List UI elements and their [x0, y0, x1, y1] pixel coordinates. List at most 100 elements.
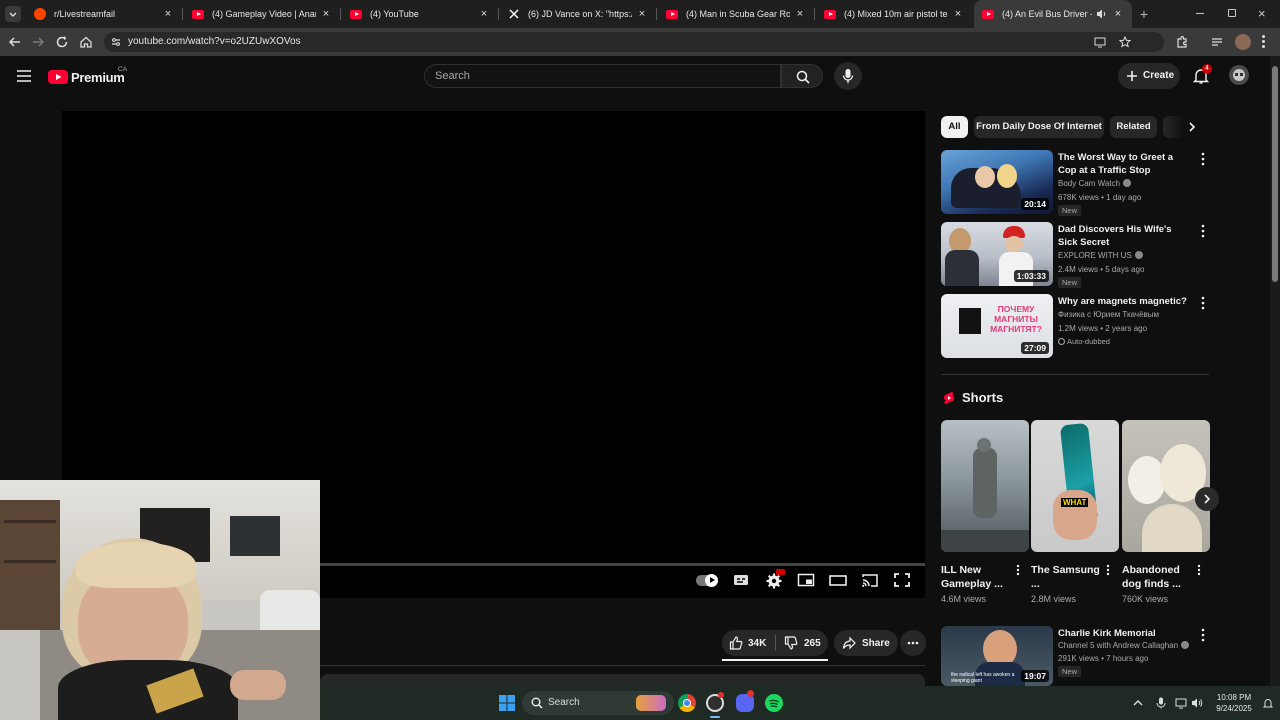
maximize-button[interactable] [1228, 9, 1236, 17]
more-vertical-icon[interactable] [1015, 564, 1021, 576]
channel-name[interactable]: Физика с Юрием Ткачёвым [1058, 310, 1159, 319]
shorts-title[interactable]: ILL New Gameplay ... [941, 563, 1011, 591]
reading-list-icon[interactable] [1210, 35, 1224, 49]
profile-avatar[interactable] [1235, 34, 1251, 50]
forward-icon[interactable] [31, 35, 45, 49]
obs-icon[interactable] [706, 692, 724, 712]
account-avatar[interactable] [1229, 65, 1249, 85]
recommendation-item[interactable]: 1:03:33 Dad Discovers His Wife's Sick Se… [941, 222, 1211, 288]
notification-bell-icon[interactable] [1262, 697, 1274, 709]
tab-5[interactable]: (4) Mixed 10m air pistol team i × [816, 0, 972, 28]
chrome-icon[interactable] [678, 694, 696, 712]
tab-search-dropdown[interactable] [5, 6, 21, 22]
more-vertical-icon[interactable] [1196, 564, 1202, 576]
close-icon[interactable]: × [162, 8, 174, 20]
more-vertical-icon[interactable] [1199, 296, 1207, 310]
more-vertical-icon[interactable] [1199, 152, 1207, 166]
search-button[interactable] [781, 64, 823, 88]
recommendation-item[interactable]: 20:14 The Worst Way to Greet a Cop at a … [941, 150, 1211, 216]
description-box[interactable] [320, 674, 925, 686]
notifications-button[interactable]: 4 [1192, 64, 1212, 85]
theater-mode-button[interactable] [829, 572, 849, 590]
minimize-button[interactable] [1196, 13, 1204, 14]
volume-icon[interactable] [1191, 697, 1203, 709]
miniplayer-button[interactable] [797, 572, 817, 590]
close-icon[interactable]: × [320, 8, 332, 20]
page-scrollbar[interactable] [1270, 56, 1280, 686]
tab-0[interactable]: r/Livestreamfail × [26, 0, 182, 28]
video-thumbnail[interactable]: the radical left has awoken a sleeping g… [941, 626, 1053, 686]
close-icon[interactable]: × [1112, 8, 1124, 20]
recommendation-item[interactable]: the radical left has awoken a sleeping g… [941, 626, 1211, 690]
address-bar[interactable]: youtube.com/watch?v=o2UZUwXOVos [104, 32, 1164, 52]
tab-1[interactable]: (4) Gameplay Video | Ananta - Y × [184, 0, 340, 28]
recommendation-item[interactable]: ПОЧЕМУ МАГНИТЫ МАГНИТЯТ? 27:09 Why are m… [941, 294, 1211, 358]
video-title[interactable]: The Worst Way to Greet a Cop at a Traffi… [1058, 151, 1190, 177]
channel-name[interactable]: Channel 5 with Andrew Callaghan [1058, 641, 1190, 650]
chevron-right-icon[interactable] [1186, 121, 1198, 133]
tab-6-active[interactable]: (4) An Evil Bus Driver - YouT × [974, 0, 1132, 28]
close-icon[interactable]: × [952, 8, 964, 20]
more-actions-button[interactable] [900, 630, 926, 656]
scrollbar-thumb[interactable] [1272, 66, 1278, 282]
video-title[interactable]: Why are magnets magnetic? [1058, 295, 1190, 308]
video-thumbnail[interactable]: 1:03:33 [941, 222, 1053, 286]
search-input[interactable]: Search [424, 64, 781, 88]
close-icon[interactable]: × [636, 8, 648, 20]
start-button[interactable] [499, 695, 515, 711]
speaker-icon[interactable] [1096, 8, 1108, 20]
video-title[interactable]: Charlie Kirk Memorial [1058, 627, 1190, 640]
shorts-thumbnail[interactable] [941, 420, 1029, 552]
share-button[interactable]: Share [834, 630, 898, 656]
shorts-thumbnail[interactable]: WHAT [1031, 420, 1119, 552]
chip-related[interactable]: Related [1110, 116, 1157, 138]
tab-4[interactable]: (4) Man in Scuba Gear Robs De × [658, 0, 814, 28]
more-vertical-icon[interactable] [1199, 224, 1207, 238]
more-vertical-icon[interactable] [1199, 628, 1207, 642]
shorts-next-button[interactable] [1195, 487, 1219, 511]
youtube-logo[interactable]: Premium [48, 69, 125, 85]
extensions-icon[interactable] [1175, 35, 1189, 49]
install-app-icon[interactable] [1094, 36, 1106, 48]
subtitles-button[interactable] [732, 572, 752, 590]
chip-from-channel[interactable]: From Daily Dose Of Internet [974, 116, 1104, 138]
channel-name[interactable]: EXPLORE WITH US [1058, 251, 1143, 260]
bookmark-star-icon[interactable] [1119, 36, 1131, 48]
spotify-icon[interactable] [765, 694, 783, 712]
progress-bar[interactable] [320, 563, 925, 566]
video-thumbnail[interactable]: ПОЧЕМУ МАГНИТЫ МАГНИТЯТ? 27:09 [941, 294, 1053, 358]
create-button[interactable]: Create [1118, 63, 1180, 89]
browser-menu-icon[interactable] [1262, 35, 1266, 48]
close-window-button[interactable]: × [1258, 6, 1266, 21]
shorts-title[interactable]: The Samsung ... [1031, 563, 1101, 591]
tab-3[interactable]: (6) JD Vance on X: "https://t.co/ × [500, 0, 656, 28]
chip-all[interactable]: All [941, 116, 968, 138]
autoplay-toggle[interactable] [696, 574, 718, 587]
close-icon[interactable]: × [794, 8, 806, 20]
like-button[interactable]: 34K [722, 630, 776, 656]
tab-2[interactable]: (4) YouTube × [342, 0, 498, 28]
network-icon[interactable] [1175, 697, 1187, 709]
fullscreen-button[interactable] [893, 572, 913, 590]
new-tab-button[interactable]: + [1137, 6, 1151, 22]
dislike-button[interactable]: 265 [776, 630, 828, 656]
taskbar-clock[interactable]: 10:08 PM 9/24/2025 [1212, 692, 1256, 714]
video-title[interactable]: Dad Discovers His Wife's Sick Secret [1058, 223, 1190, 249]
shorts-title[interactable]: Abandoned dog finds ... [1122, 563, 1192, 591]
taskbar-search[interactable]: Search [522, 691, 674, 715]
voice-search-button[interactable] [834, 62, 862, 90]
shorts-thumbnail[interactable] [1122, 420, 1210, 552]
back-icon[interactable] [8, 35, 22, 49]
microphone-icon[interactable] [1156, 697, 1166, 709]
site-info-icon[interactable] [111, 37, 121, 47]
close-icon[interactable]: × [478, 8, 490, 20]
chip-next-partial[interactable] [1163, 116, 1185, 138]
home-icon[interactable] [79, 35, 93, 49]
chevron-up-icon[interactable] [1133, 698, 1143, 708]
more-vertical-icon[interactable] [1105, 564, 1111, 576]
reload-icon[interactable] [55, 35, 69, 49]
video-thumbnail[interactable]: 20:14 [941, 150, 1053, 214]
discord-icon[interactable] [736, 690, 754, 712]
hamburger-menu-icon[interactable] [17, 70, 31, 82]
cast-button[interactable] [861, 572, 881, 590]
